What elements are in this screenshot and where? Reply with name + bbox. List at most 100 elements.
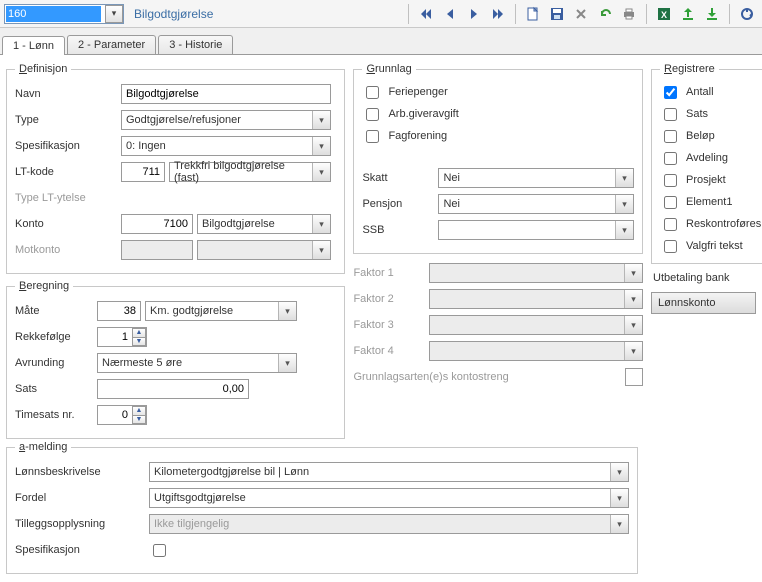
dropdown-icon[interactable] [312,215,330,233]
navn-input[interactable] [121,84,331,104]
rekke-label: Rekkefølge [15,331,93,343]
nav-prev-button[interactable] [439,3,461,25]
tab-parameter[interactable]: 2 - Parameter [67,35,156,54]
faktor-area: Faktor 1 Faktor 2 Faktor 3 Faktor 4 Grun… [353,260,643,390]
ssb-label: SSB [362,224,434,236]
gk-label: Grunnlagsarten(e)s kontostreng [353,371,621,383]
nav-last-button[interactable] [487,3,509,25]
type-select[interactable]: Godtgjørelse/refusjoner [121,110,331,130]
group-definisjon: Definisjon Navn Type Godtgjørelse/refusj… [6,63,345,274]
nav-first-button[interactable] [415,3,437,25]
antall-checkbox[interactable] [664,86,677,99]
tab-lonn[interactable]: 1 - Lønn [2,36,65,55]
konto-code-input[interactable] [121,214,193,234]
tab-historie[interactable]: 3 - Historie [158,35,233,54]
dropdown-icon[interactable] [610,489,628,507]
valgfri-label[interactable]: Valgfri tekst [686,240,743,252]
record-id-dropdown-button[interactable] [105,5,123,23]
lonns-value: Kilometergodtgjørelse bil | Lønn [154,466,309,478]
tillegg-select: Ikke tilgjengelig [149,514,629,534]
amelding-spes-checkbox[interactable] [153,544,166,557]
toolbar-separator [729,4,730,24]
topbar: Bilgodtgjørelse X [0,0,762,28]
fagforening-checkbox[interactable] [366,130,379,143]
valgfri-checkbox[interactable] [664,240,677,253]
print-button[interactable] [618,3,640,25]
legend-registrere: Registrere [660,63,719,75]
reskontro-label[interactable]: Reskontroføres [686,218,761,230]
dropdown-icon[interactable] [312,137,330,155]
type-label: Type [15,114,117,126]
dropdown-icon[interactable] [615,195,633,213]
feriepenger-label[interactable]: Feriepenger [388,86,447,98]
tabstrip: 1 - Lønn 2 - Parameter 3 - Historie [0,28,762,54]
belop-label[interactable]: Beløp [686,130,715,142]
gk-checkbox [625,368,643,386]
spin-up-icon[interactable]: ▲ [132,406,146,415]
group-registrere: Registrere Antall Sats Beløp Avdeling Pr… [651,63,762,264]
import-button[interactable] [701,3,723,25]
dropdown-icon[interactable] [278,354,296,372]
dropdown-icon[interactable] [312,163,330,181]
spin-down-icon[interactable]: ▼ [132,415,146,425]
mate-text-select[interactable]: Km. godtgjørelse [145,301,297,321]
lt-code-input[interactable] [121,162,165,182]
faktor2-select [429,289,643,309]
element1-checkbox[interactable] [664,196,677,209]
avdeling-checkbox[interactable] [664,152,677,165]
fagforening-label[interactable]: Fagforening [388,130,447,142]
sats-input[interactable] [97,379,249,399]
legend-beregning: Beregning [15,280,73,292]
arbgiver-label[interactable]: Arb.giveravgift [388,108,458,120]
sats-checkbox[interactable] [664,108,677,121]
export-button[interactable] [677,3,699,25]
prosjekt-label[interactable]: Prosjekt [686,174,726,186]
mate-code-input[interactable] [97,301,141,321]
spes-select[interactable]: 0: Ingen [121,136,331,156]
fordel-value: Utgiftsgodtgjørelse [154,492,246,504]
konto-text-select[interactable]: Bilgodtgjørelse [197,214,331,234]
arbgiver-checkbox[interactable] [366,108,379,121]
belop-checkbox[interactable] [664,130,677,143]
dropdown-icon[interactable] [278,302,296,320]
lonnskonto-button[interactable]: Lønnskonto [651,292,756,314]
dropdown-icon [312,241,330,259]
prosjekt-checkbox[interactable] [664,174,677,187]
spin-down-icon[interactable]: ▼ [132,337,146,347]
lonns-select[interactable]: Kilometergodtgjørelse bil | Lønn [149,462,629,482]
new-button[interactable] [522,3,544,25]
faktor2-label: Faktor 2 [353,293,425,305]
delete-button[interactable] [570,3,592,25]
avrunding-select[interactable]: Nærmeste 5 øre [97,353,297,373]
dropdown-icon[interactable] [312,111,330,129]
pensjon-select[interactable]: Nei [438,194,634,214]
nav-next-button[interactable] [463,3,485,25]
record-id-combo[interactable] [4,4,124,24]
legend-grunnlag: Grunnlag [362,63,415,75]
ssb-select[interactable] [438,220,634,240]
antall-label[interactable]: Antall [686,86,714,98]
reskontro-checkbox[interactable] [664,218,677,231]
excel-button[interactable]: X [653,3,675,25]
sats-label: Sats [15,383,93,395]
element1-label[interactable]: Element1 [686,196,732,208]
svg-text:X: X [661,10,667,20]
avdeling-label[interactable]: Avdeling [686,152,728,164]
refresh-button[interactable] [736,3,758,25]
motkonto-label: Motkonto [15,244,117,256]
spin-up-icon[interactable]: ▲ [132,328,146,337]
feriepenger-checkbox[interactable] [366,86,379,99]
type-value: Godtgjørelse/refusjoner [126,114,241,126]
dropdown-icon[interactable] [615,221,633,239]
dropdown-icon[interactable] [610,463,628,481]
skatt-select[interactable]: Nei [438,168,634,188]
sats-reg-label[interactable]: Sats [686,108,708,120]
lt-text-select[interactable]: Trekkfri bilgodtgjørelse (fast) [169,162,331,182]
record-id-input[interactable] [6,6,101,22]
undo-button[interactable] [594,3,616,25]
dropdown-icon[interactable] [615,169,633,187]
fordel-select[interactable]: Utgiftsgodtgjørelse [149,488,629,508]
dropdown-icon [624,290,642,308]
save-button[interactable] [546,3,568,25]
dropdown-icon [624,342,642,360]
